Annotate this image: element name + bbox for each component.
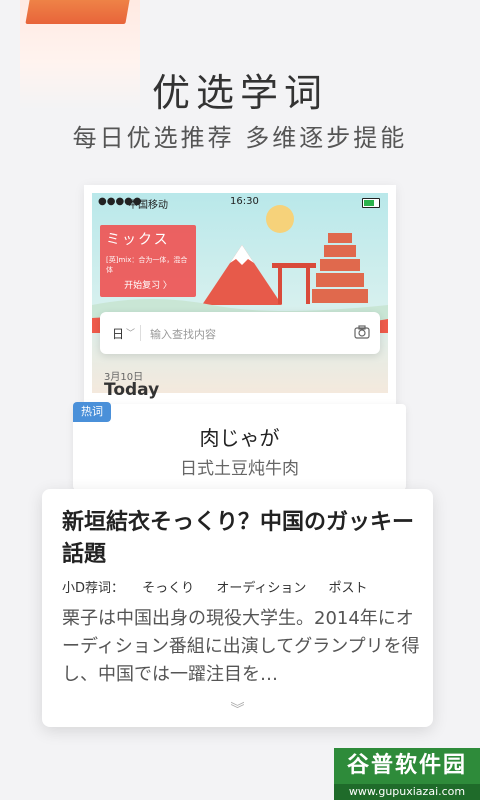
chevron-down-icon: ﹀: [126, 329, 136, 339]
sun-icon: [266, 205, 294, 233]
recommended-words-label: 小D荐词：: [62, 581, 125, 596]
page-headline: 优选学词: [151, 71, 328, 115]
hot-word: 肉じゃが: [199, 426, 280, 450]
hot-word-meaning: 日式土豆炖牛肉: [180, 459, 299, 479]
hot-word-badge: 热词: [73, 402, 111, 422]
article-excerpt: 栗子は中国出身の現役大学生。2014年にオーディション番組に出演してグランプリを…: [62, 608, 420, 685]
watermark-logo: 谷普软件园: [334, 748, 480, 784]
page-subheadline: 每日优选推荐 多维逐步提能: [72, 124, 408, 152]
watermark-url: www.gupuxiazai.com: [334, 784, 480, 800]
article-title: 新垣結衣そっくり？中国のガッキー話題: [62, 510, 415, 567]
word-definition: [英]mix：合为一体，混合体: [106, 256, 188, 274]
article-card[interactable]: 新垣結衣そっくり？中国のガッキー話題 小D荐词： そっくり オーディション ポス…: [42, 489, 433, 727]
recommended-word[interactable]: ポスト: [329, 581, 368, 596]
today-heading: Today: [104, 380, 160, 400]
search-divider: [140, 325, 141, 341]
torii-gate-icon: [272, 263, 316, 268]
pagoda-icon: [312, 233, 368, 303]
start-review-button[interactable]: 开始复习 〉: [100, 278, 196, 291]
decorative-box-icon: [25, 0, 131, 24]
search-bar[interactable]: 日 ﹀ 输入查找内容: [100, 312, 380, 354]
chevron-down-double-icon[interactable]: ︾: [42, 699, 433, 719]
word-of-day-card[interactable]: ミックス [英]mix：合为一体，混合体 开始复习 〉: [100, 225, 196, 297]
recommended-word[interactable]: オーディション: [216, 581, 306, 596]
search-input[interactable]: 输入查找内容: [150, 326, 216, 342]
camera-icon[interactable]: [354, 324, 370, 343]
recommended-words: 小D荐词： そっくり オーディション ポスト: [62, 577, 386, 596]
language-selector[interactable]: 日: [112, 325, 124, 342]
recommended-word[interactable]: そっくり: [142, 581, 194, 596]
word-title: ミックス: [106, 232, 170, 248]
watermark: 谷普软件园 www.gupuxiazai.com: [334, 748, 480, 800]
hot-word-card[interactable]: 热词 肉じゃが 日式土豆炖牛肉: [73, 402, 406, 490]
hero-banner: ●●●●● 中国移动 16:30 ミックス [英]mix：合为一体，混合体 开始…: [92, 193, 388, 393]
